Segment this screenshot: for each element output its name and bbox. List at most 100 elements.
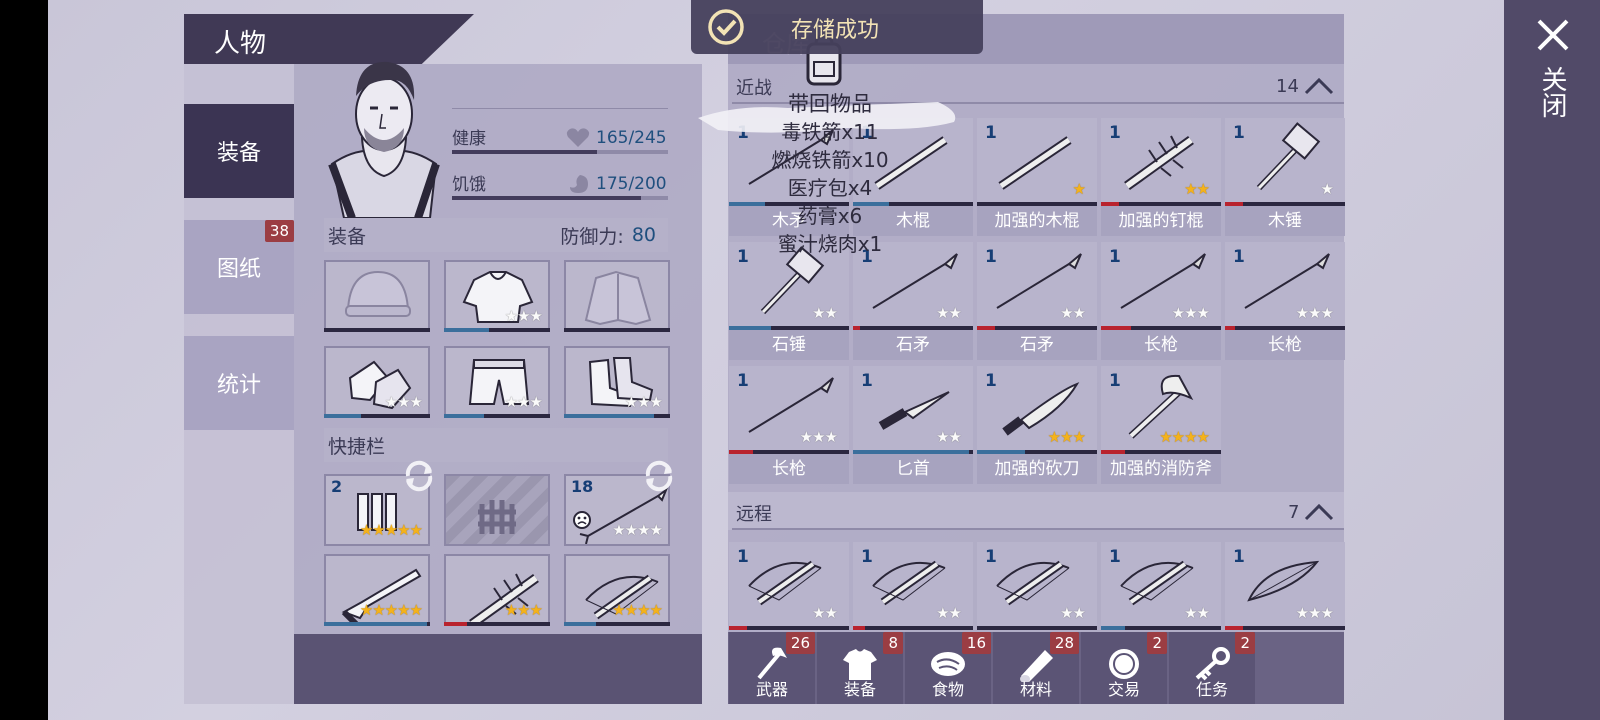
item-count: 1 [1233, 247, 1245, 267]
defense-value: 80 [631, 224, 656, 246]
swap-icon[interactable] [640, 460, 678, 492]
tab-count-badge: 2 [1147, 632, 1167, 654]
item-count: 1 [737, 547, 749, 567]
page-title: 人物 [214, 29, 267, 59]
rarity-stars: ★★★ [504, 393, 543, 411]
inventory-item[interactable]: 1 ★★★ 长枪 [1101, 242, 1221, 360]
durability-bar [1101, 626, 1221, 630]
durability-bar [324, 622, 430, 626]
equipment-slot[interactable]: ★★★ [444, 346, 550, 418]
side-tab-statistics[interactable]: 统计 [184, 336, 294, 430]
bottom-tab[interactable]: 2 任务 [1169, 632, 1255, 704]
close-label: 关闭 [1537, 66, 1567, 118]
bottom-tab[interactable]: 16 食物 [905, 632, 991, 704]
tab-count-badge: 16 [961, 632, 991, 654]
item-name: 加强的钉棍 [1101, 206, 1221, 236]
inventory-item[interactable]: 1 ★★★ 加强的砍刀 [977, 366, 1097, 484]
hunger-bar [452, 196, 668, 200]
item-count: 1 [737, 371, 749, 391]
rarity-stars: ★★★★★ [359, 601, 423, 619]
item-count: 1 [1109, 123, 1121, 143]
rarity-stars: ★★★ [384, 393, 423, 411]
locked-icon [478, 500, 516, 534]
quickbar-slot[interactable]: 2 ★★★★★ [324, 460, 433, 546]
bottom-tab[interactable]: 8 装备 [817, 632, 903, 704]
side-tab-label: 图纸 [216, 257, 261, 282]
equipment-slot[interactable]: ★★★ [564, 346, 670, 418]
rarity-stars: ★★ [1060, 304, 1086, 322]
blueprint-count-badge: 38 [264, 220, 294, 242]
durability-bar [564, 328, 670, 332]
inventory-item[interactable]: 1 ★★★ [1225, 542, 1345, 630]
quickbar-section-bar: 快捷栏 [324, 428, 668, 462]
inventory-item[interactable]: 1 ★★ 石矛 [977, 242, 1097, 360]
melee-count: 14 [1276, 76, 1299, 97]
rarity-stars: ★★ [1184, 180, 1210, 198]
quickbar-slot[interactable] [444, 474, 550, 546]
rarity-stars: ★★★ [1295, 304, 1334, 322]
bottom-tab-label: 食物 [931, 680, 964, 699]
hunger-value: 175/200 [596, 174, 667, 194]
bottom-tab[interactable]: 26 武器 [729, 632, 815, 704]
health-bar [452, 150, 668, 154]
inventory-item[interactable]: 1 ★★ 匕首 [853, 366, 973, 484]
health-value: 165/245 [596, 128, 667, 148]
equipment-slot[interactable] [324, 260, 430, 332]
inventory-item[interactable]: 1 ★★ [853, 542, 973, 630]
heart-icon [566, 128, 590, 147]
tab-count-badge: 28 [1049, 632, 1079, 654]
durability-bar [564, 414, 670, 418]
item-count: 2 [331, 477, 343, 496]
item-count: 1 [1109, 371, 1121, 391]
rarity-stars: ★★ [812, 604, 838, 622]
inventory-item[interactable]: 1 ★★ 石矛 [853, 242, 973, 360]
bottom-tab[interactable]: 2 交易 [1081, 632, 1167, 704]
durability-bar [977, 626, 1097, 630]
quickbar-slot[interactable]: ★★★★ [564, 554, 670, 626]
item-name: 木锤 [1225, 206, 1345, 236]
equipment-slot[interactable]: ★★★ [444, 260, 550, 332]
bottom-tab-label: 材料 [1019, 680, 1052, 699]
inventory-item[interactable]: 1 ★★★ 长枪 [1225, 242, 1345, 360]
bottom-tab-label: 武器 [755, 680, 788, 699]
inventory-item[interactable]: 1 ★★ 加强的钉棍 [1101, 118, 1221, 236]
rarity-stars: ★★ [812, 304, 838, 322]
inventory-item[interactable]: 1 ★ 木锤 [1225, 118, 1345, 236]
loot-item: 燃烧铁箭x10 [771, 148, 889, 172]
rarity-stars: ★★★★ [612, 601, 663, 619]
collapse-chevron-icon[interactable] [1304, 502, 1334, 522]
inventory-item[interactable]: 1 ★★★ 长枪 [729, 366, 849, 484]
swap-icon[interactable] [400, 460, 438, 492]
side-tab-equipment[interactable]: 装备 [184, 104, 294, 198]
close-button[interactable]: 关闭 [1520, 10, 1584, 140]
inventory-item[interactable]: 1 ★★ [977, 542, 1097, 630]
quickbar-slot[interactable]: ★★★ [444, 554, 550, 626]
rarity-stars: ★★ [936, 428, 962, 446]
bottom-tab-label: 交易 [1107, 680, 1140, 699]
item-name: 加强的木棍 [977, 206, 1097, 236]
quickbar-slot[interactable]: 18 ★★★★ [564, 460, 673, 546]
durability-bar [444, 328, 550, 332]
stomach-icon [570, 175, 588, 193]
quickbar-slot[interactable]: ★★★★★ [324, 554, 430, 626]
inventory-item[interactable]: 1 ★★ 石锤 [729, 242, 849, 360]
sad-face-icon [573, 511, 591, 529]
side-tab-blueprints[interactable]: 图纸 38 [184, 220, 294, 314]
inventory-item[interactable]: 1 ★★ [1101, 542, 1221, 630]
item-count: 1 [1233, 547, 1245, 567]
side-tab-label: 统计 [216, 373, 261, 398]
durability-bar [324, 328, 430, 332]
bottom-tab[interactable]: 28 材料 [993, 632, 1079, 704]
inventory-item[interactable]: 1 ★★★★ 加强的消防斧 [1101, 366, 1221, 484]
equipment-slot[interactable] [564, 260, 670, 332]
equipment-label: 装备 [328, 225, 367, 248]
inventory-item[interactable]: 1 ★ 加强的木棍 [977, 118, 1097, 236]
tab-count-badge: 8 [883, 632, 903, 654]
inventory-item[interactable]: 1 ★★ [729, 542, 849, 630]
durability-bar [324, 414, 430, 418]
durability-bar [444, 414, 550, 418]
collapse-chevron-icon[interactable] [1304, 76, 1334, 96]
equipment-slot[interactable]: ★★★ [324, 346, 430, 418]
loot-item: 药膏x6 [797, 204, 863, 228]
item-name: 石锤 [729, 330, 849, 360]
